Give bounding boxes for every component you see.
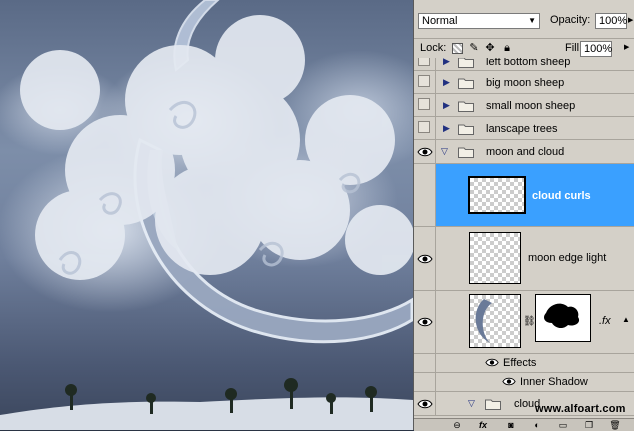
blend-mode-select[interactable]: Normal ▼ (418, 13, 540, 29)
eye-icon[interactable] (502, 376, 516, 387)
layer-row-left-bottom-sheep[interactable]: ▶ left bottom sheep (414, 58, 634, 71)
visibility-toggle[interactable] (414, 164, 436, 226)
layer-name: big moon sheep (486, 77, 565, 89)
eye-icon (417, 147, 433, 156)
folder-icon (458, 78, 474, 89)
effects-row[interactable]: Effects (414, 354, 634, 373)
visibility-off-icon (418, 121, 430, 133)
folder-icon (458, 124, 474, 135)
blend-mode-value: Normal (422, 15, 458, 27)
layer-thumbnail[interactable] (469, 232, 521, 284)
visibility-toggle[interactable] (414, 94, 436, 116)
fx-label: .fx (599, 315, 611, 327)
lock-brush-icon[interactable]: ✎ (468, 42, 480, 54)
visibility-toggle[interactable] (414, 140, 436, 163)
opacity-value: 100% (599, 15, 628, 27)
visibility-toggle[interactable] (414, 291, 436, 353)
collapse-triangle-icon[interactable]: ▽ (468, 398, 475, 409)
layer-row-small-moon-sheep[interactable]: ▶ small moon sheep (414, 94, 634, 117)
layer-row-lanscape-trees[interactable]: ▶ lanscape trees (414, 117, 634, 140)
fill-arrow-icon[interactable]: ▶ (624, 41, 632, 55)
layer-name: Inner Shadow (520, 376, 588, 388)
visibility-off-icon (418, 58, 430, 66)
watermark: www.alfoart.com (535, 403, 626, 415)
layer-row-cloud-curls[interactable]: cloud curls (414, 164, 634, 227)
fill-field[interactable]: 100% (580, 41, 612, 57)
layer-thumbnail[interactable] (468, 176, 526, 214)
folder-open-icon (485, 399, 501, 410)
layers-list: ▶ left bottom sheep ▶ big moon sheep ▶ s… (414, 58, 634, 418)
inner-shadow-row[interactable]: Inner Shadow (414, 373, 634, 392)
chain-link-icon[interactable]: ⛓︎ (523, 316, 536, 327)
layer-row-moon-with-mask[interactable]: ⛓︎ .fx ▲ (414, 291, 634, 354)
lock-move-icon[interactable]: ✥ (484, 42, 496, 54)
moon-crescent-thumbnail-icon (475, 299, 492, 343)
layer-name: moon edge light (528, 252, 607, 264)
new-group-icon[interactable]: ▭ (556, 419, 570, 431)
visibility-off-icon (418, 75, 430, 87)
eye-icon (417, 399, 433, 408)
visibility-toggle[interactable] (414, 117, 436, 139)
layer-mask-thumbnail[interactable] (535, 294, 591, 342)
eye-icon (417, 254, 433, 263)
layer-name: cloud curls (532, 190, 591, 202)
layers-bottom-bar: ⊖ fx ◙ ◐ ▭ ❐ 🗑︎ (414, 418, 634, 431)
lock-all-icon[interactable]: 🔒︎ (501, 42, 513, 54)
opacity-field[interactable]: 100% (595, 13, 627, 29)
eye-icon[interactable] (485, 357, 499, 368)
layer-row-moon-edge-light[interactable]: moon edge light (414, 227, 634, 291)
opacity-label: Opacity: (550, 14, 591, 26)
expand-triangle-icon[interactable]: ▶ (443, 123, 450, 134)
expand-triangle-icon[interactable]: ▶ (443, 77, 450, 88)
opacity-arrow-icon[interactable]: ▶ (628, 14, 634, 28)
collapse-triangle-icon[interactable]: ▽ (441, 146, 448, 157)
moon-cloud-illustration (0, 0, 413, 430)
visibility-off-icon (418, 98, 430, 110)
visibility-toggle[interactable] (414, 227, 436, 290)
mask-shape-icon (544, 303, 580, 329)
layer-thumbnail[interactable] (469, 294, 521, 348)
link-icon[interactable]: ⊖ (450, 419, 464, 431)
new-layer-icon[interactable]: ❐ (582, 419, 596, 431)
blend-options-row: Normal ▼ Opacity: 100% ▶ (414, 0, 634, 38)
lock-row: Lock: ✎ ✥ 🔒︎ Fill: 100% ▶ (414, 38, 634, 59)
mask-icon[interactable]: ◙ (504, 419, 518, 431)
fx-icon[interactable]: fx (476, 419, 490, 431)
fill-value: 100% (584, 43, 613, 55)
chevron-down-icon: ▼ (528, 16, 536, 25)
layer-row-moon-and-cloud[interactable]: ▽ moon and cloud (414, 140, 634, 164)
layers-panel: Normal ▼ Opacity: 100% ▶ Lock: ✎ ✥ 🔒︎ Fi… (413, 0, 634, 431)
layer-name: small moon sheep (486, 100, 576, 112)
visibility-toggle[interactable] (414, 71, 436, 93)
layer-name: moon and cloud (486, 146, 565, 158)
folder-open-icon (458, 147, 474, 158)
layer-name: Effects (503, 357, 537, 369)
folder-icon (458, 58, 474, 68)
trash-icon[interactable]: 🗑︎ (608, 419, 622, 431)
layer-name: lanscape trees (486, 123, 558, 135)
canvas-artwork[interactable] (0, 0, 413, 430)
visibility-toggle[interactable] (414, 373, 436, 391)
lock-transparency-icon[interactable] (452, 43, 463, 54)
visibility-toggle[interactable] (414, 58, 436, 70)
collapse-effects-icon[interactable]: ▲ (622, 315, 630, 324)
expand-triangle-icon[interactable]: ▶ (443, 100, 450, 111)
folder-icon (458, 101, 474, 112)
lock-label: Lock: (420, 42, 447, 54)
visibility-toggle[interactable] (414, 392, 436, 415)
eye-icon (417, 317, 433, 327)
visibility-toggle[interactable] (414, 354, 436, 372)
expand-triangle-icon[interactable]: ▶ (443, 58, 450, 67)
adjustment-icon[interactable]: ◐ (530, 419, 544, 431)
layer-row-big-moon-sheep[interactable]: ▶ big moon sheep (414, 71, 634, 94)
layer-name: left bottom sheep (486, 58, 571, 68)
